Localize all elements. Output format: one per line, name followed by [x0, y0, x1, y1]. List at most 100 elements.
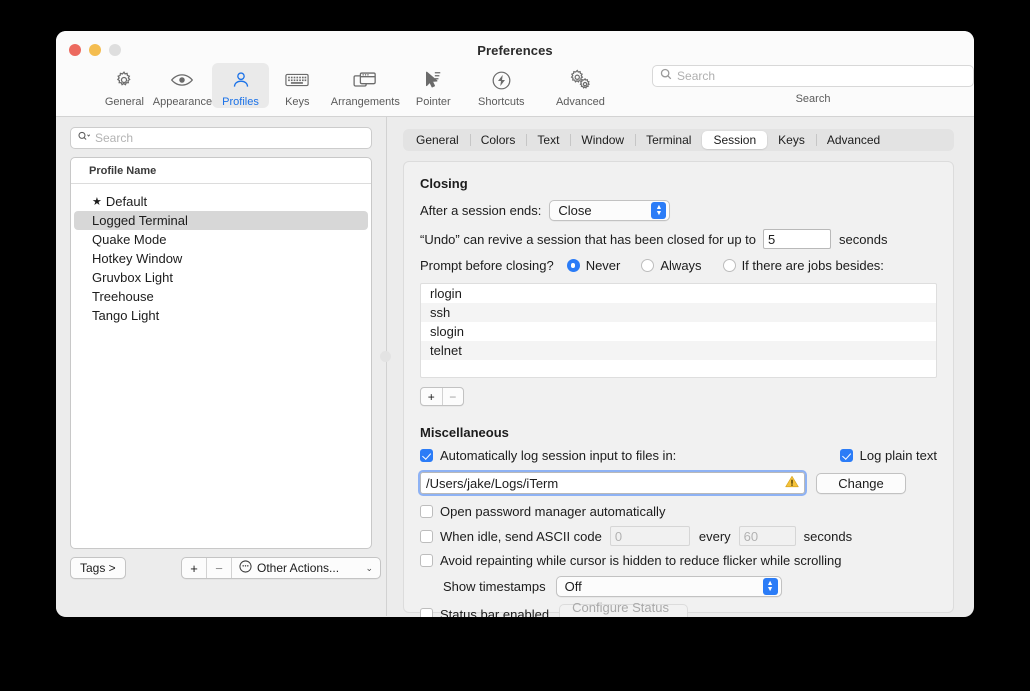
sidebar-footer: Tags > + − Other Actions... ⌄	[70, 557, 381, 581]
toolbar-item-label: Advanced	[555, 96, 605, 108]
profile-search-input[interactable]: Search	[70, 127, 372, 149]
other-actions-icon	[239, 560, 252, 576]
tags-button[interactable]: Tags >	[70, 557, 126, 579]
window-body: Search Profile Name ★ Default Logged Ter…	[56, 117, 974, 617]
closing-section-title: Closing	[420, 176, 468, 191]
tab-general[interactable]: General	[405, 131, 470, 149]
toolbar-item-arrangements[interactable]: Arrangements	[326, 63, 405, 108]
profile-list[interactable]: Profile Name ★ Default Logged Terminal Q…	[70, 157, 372, 549]
list-item[interactable]: Logged Terminal	[74, 211, 368, 230]
change-log-path-button[interactable]: Change	[816, 472, 906, 494]
profile-name: Hotkey Window	[92, 251, 183, 266]
miscellaneous-section-title: Miscellaneous	[420, 425, 509, 440]
split-resize-handle[interactable]	[380, 351, 391, 362]
idle-ascii-checkbox[interactable]	[420, 529, 433, 543]
radio-always-label: Always	[660, 258, 702, 273]
undo-seconds-unit: seconds	[839, 231, 888, 247]
search-input[interactable]: Search	[652, 65, 974, 87]
toolbar-item-profiles[interactable]: Profiles	[212, 63, 269, 108]
toolbar-item-appearance[interactable]: Appearance	[153, 63, 212, 108]
tab-window[interactable]: Window	[570, 131, 635, 149]
profile-name: Treehouse	[92, 289, 154, 304]
toolbar-item-keys[interactable]: Keys	[269, 63, 326, 108]
password-manager-checkbox[interactable]	[420, 505, 433, 518]
tab-colors[interactable]: Colors	[469, 131, 527, 149]
toolbar-search-group: Search Search	[652, 65, 974, 105]
other-actions-button[interactable]: Other Actions... ⌄	[232, 558, 380, 578]
avoid-repaint-checkbox[interactable]	[420, 554, 433, 567]
profile-name: Quake Mode	[92, 232, 167, 247]
radio-if-jobs-besides[interactable]	[722, 259, 736, 272]
double-gear-icon	[568, 67, 592, 93]
auto-log-label: Automatically log session input to files…	[440, 448, 677, 463]
idle-interval-input[interactable]: 60	[738, 526, 796, 546]
idle-seconds-unit: seconds	[803, 528, 853, 544]
remove-job-button[interactable]: −	[443, 388, 464, 405]
idle-interval-value: 60	[743, 528, 759, 544]
log-plain-text-checkbox[interactable]	[839, 449, 853, 462]
radio-never[interactable]	[566, 259, 580, 272]
profiles-sidebar: Search Profile Name ★ Default Logged Ter…	[56, 117, 386, 616]
tab-terminal[interactable]: Terminal	[635, 131, 702, 149]
column-header-profile-name: Profile Name	[89, 164, 157, 177]
tab-text[interactable]: Text	[526, 131, 570, 149]
add-profile-button[interactable]: +	[182, 558, 207, 578]
add-job-button[interactable]: +	[421, 388, 443, 405]
search-placeholder: Search	[677, 69, 716, 83]
preferences-window: Preferences General Appearance Profiles …	[56, 31, 974, 617]
list-item[interactable]: Quake Mode	[74, 230, 368, 249]
log-plain-text-label: Log plain text	[859, 448, 937, 463]
table-row[interactable]: ssh	[421, 303, 936, 322]
toolbar-item-shortcuts[interactable]: Shortcuts	[462, 63, 541, 108]
profile-tab-bar: General Colors Text Window Terminal Sess…	[403, 129, 954, 151]
undo-seconds-value: 5	[768, 231, 776, 247]
jobs-table[interactable]: rlogin ssh slogin telnet	[420, 283, 937, 378]
tab-session[interactable]: Session	[702, 131, 768, 149]
profile-name: Gruvbox Light	[92, 270, 173, 285]
profile-name: Default	[105, 194, 148, 209]
table-row[interactable]: slogin	[421, 322, 936, 341]
status-bar-checkbox[interactable]	[420, 608, 433, 617]
list-item[interactable]: Gruvbox Light	[74, 268, 368, 287]
tab-keys[interactable]: Keys	[767, 131, 816, 149]
profile-name: Logged Terminal	[92, 213, 188, 228]
session-settings-panel: Closing After a session ends: Close ▲ ▼ “…	[403, 161, 954, 617]
toolbar-item-advanced[interactable]: Advanced	[541, 63, 620, 108]
profile-name: Tango Light	[92, 308, 160, 323]
idle-ascii-label: When idle, send ASCII code	[440, 528, 602, 544]
tab-advanced[interactable]: Advanced	[815, 131, 891, 149]
avoid-repaint-label: Avoid repainting while cursor is hidden …	[440, 553, 842, 568]
jobs-actions-group: + −	[420, 387, 464, 406]
profile-search-placeholder: Search	[95, 131, 134, 145]
toolbar-item-general[interactable]: General	[96, 63, 153, 108]
log-path-input[interactable]: /Users/jake/Logs/iTerm	[418, 470, 807, 496]
configure-status-bar-button[interactable]: Configure Status Bar	[559, 600, 689, 617]
list-item[interactable]: Treehouse	[74, 287, 368, 306]
toolbar-item-label: Keys	[285, 96, 310, 108]
keyboard-icon	[285, 67, 309, 93]
after-session-ends-value: Close	[558, 203, 592, 218]
list-item[interactable]: Hotkey Window	[74, 249, 368, 268]
prompt-before-closing-label: Prompt before closing?	[420, 258, 554, 273]
undo-seconds-input[interactable]: 5	[763, 229, 832, 249]
status-bar-label: Status bar enabled	[440, 607, 550, 617]
star-icon: ★	[92, 196, 102, 208]
auto-log-checkbox[interactable]	[420, 449, 433, 462]
password-manager-label: Open password manager automatically	[440, 504, 666, 519]
profile-actions-group: + − Other Actions... ⌄	[181, 557, 381, 579]
remove-profile-button[interactable]: −	[207, 558, 232, 578]
table-row[interactable]: rlogin	[421, 284, 936, 303]
radio-always[interactable]	[641, 259, 655, 272]
other-actions-label: Other Actions...	[257, 561, 340, 575]
list-item[interactable]: Tango Light	[74, 306, 368, 325]
table-row[interactable]: telnet	[421, 341, 936, 360]
after-session-ends-select[interactable]: Close ▲ ▼	[549, 200, 671, 221]
idle-ascii-code-input[interactable]: 0	[609, 526, 690, 546]
gear-icon	[114, 67, 134, 93]
toolbar-item-pointer[interactable]: Pointer	[405, 63, 462, 108]
show-timestamps-select[interactable]: Off ▲ ▼	[555, 576, 782, 597]
list-item[interactable]: ★ Default	[74, 192, 368, 211]
radio-if-jobs-besides-label: If there are jobs besides:	[741, 258, 884, 273]
toolbar-item-label: Shortcuts	[478, 96, 525, 108]
profile-list-body: ★ Default Logged Terminal Quake Mode Hot…	[71, 184, 371, 325]
